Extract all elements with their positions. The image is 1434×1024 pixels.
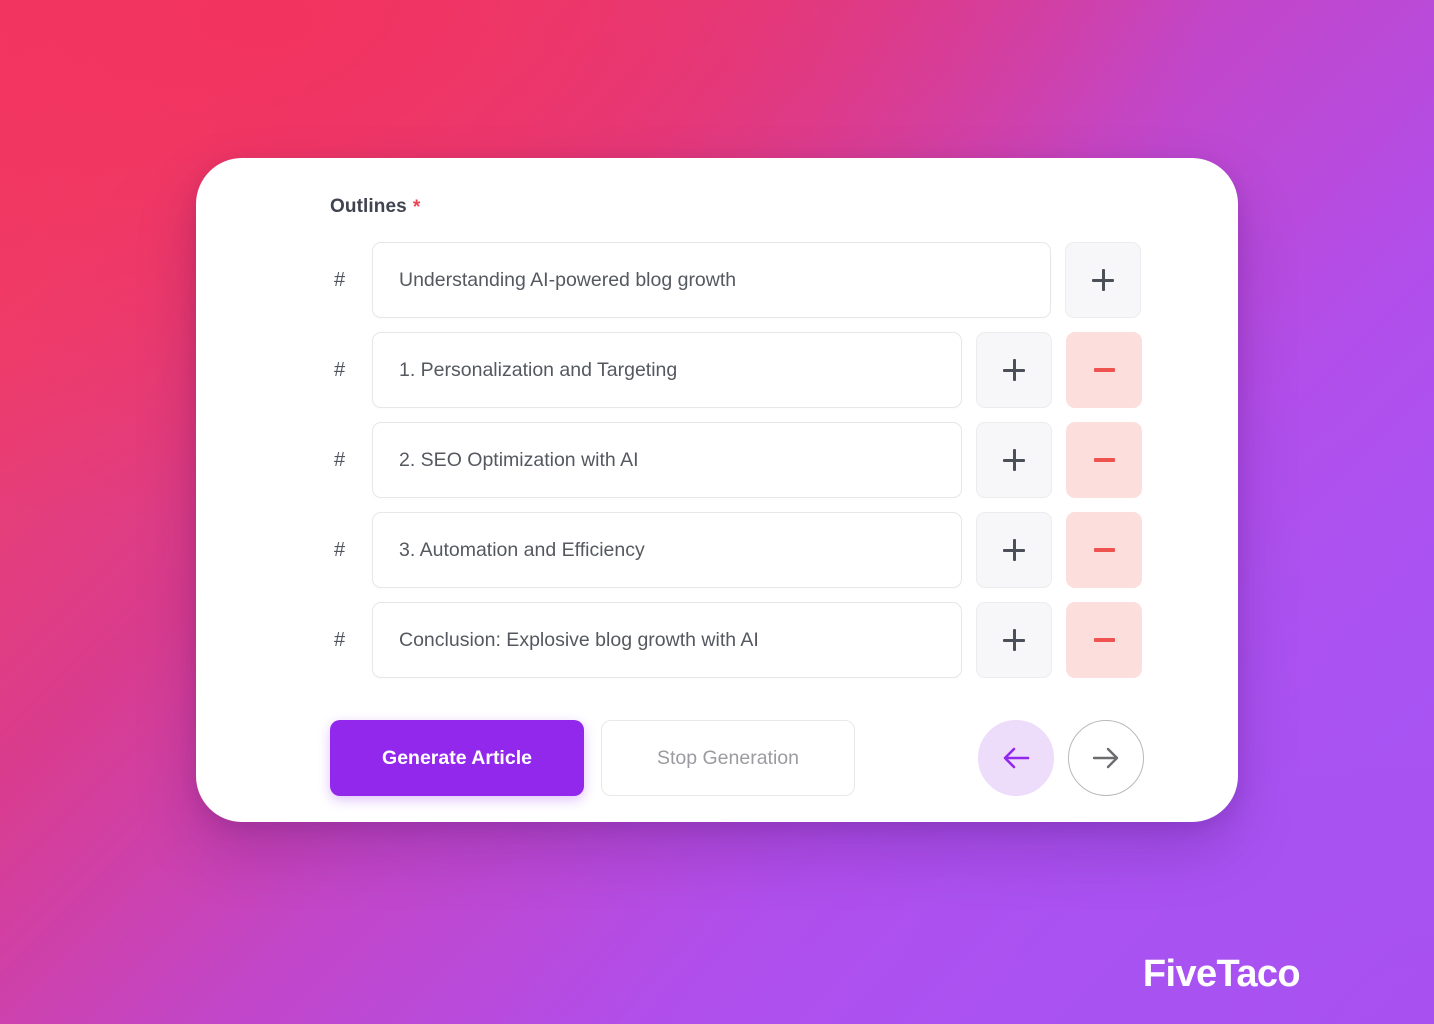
field-label-text: Outlines xyxy=(330,196,407,217)
next-step-button[interactable] xyxy=(1068,720,1144,796)
hash-icon: # xyxy=(334,358,346,381)
outline-editor-card: Outlines * # # # xyxy=(196,158,1238,822)
add-outline-button-0[interactable] xyxy=(1065,242,1141,318)
outline-input-1[interactable] xyxy=(372,332,962,408)
pagination-nav xyxy=(978,720,1148,796)
outline-row: # xyxy=(330,422,1148,498)
minus-icon xyxy=(1093,548,1115,552)
hash-icon: # xyxy=(334,628,346,651)
add-outline-button-3[interactable] xyxy=(976,512,1052,588)
outline-input-4[interactable] xyxy=(372,602,962,678)
minus-icon xyxy=(1093,458,1115,462)
plus-icon xyxy=(1003,629,1025,651)
stop-generation-button[interactable]: Stop Generation xyxy=(601,720,855,796)
plus-icon xyxy=(1003,539,1025,561)
remove-outline-button-2[interactable] xyxy=(1066,422,1142,498)
remove-outline-button-4[interactable] xyxy=(1066,602,1142,678)
hash-icon: # xyxy=(334,268,346,291)
outline-rows-list: # # # xyxy=(330,242,1148,678)
plus-icon xyxy=(1003,359,1025,381)
add-outline-button-2[interactable] xyxy=(976,422,1052,498)
arrow-left-icon xyxy=(1003,747,1030,769)
minus-icon xyxy=(1093,638,1115,642)
arrow-right-icon xyxy=(1092,747,1119,769)
page-title: Outlines * xyxy=(330,196,1148,218)
add-outline-button-4[interactable] xyxy=(976,602,1052,678)
remove-outline-button-1[interactable] xyxy=(1066,332,1142,408)
remove-outline-button-3[interactable] xyxy=(1066,512,1142,588)
outline-input-0[interactable] xyxy=(372,242,1051,318)
card-footer: Generate Article Stop Generation xyxy=(330,720,1148,796)
outline-input-2[interactable] xyxy=(372,422,962,498)
outline-row: # xyxy=(330,512,1148,588)
hash-icon: # xyxy=(334,538,346,561)
plus-icon xyxy=(1092,269,1114,291)
outline-input-3[interactable] xyxy=(372,512,962,588)
add-outline-button-1[interactable] xyxy=(976,332,1052,408)
outline-row: # xyxy=(330,602,1148,678)
hash-icon: # xyxy=(334,448,346,471)
previous-step-button[interactable] xyxy=(978,720,1054,796)
outline-row: # xyxy=(330,332,1148,408)
plus-icon xyxy=(1003,449,1025,471)
generate-article-button[interactable]: Generate Article xyxy=(330,720,584,796)
fivetaco-watermark: FiveTaco xyxy=(1142,953,1301,995)
minus-icon xyxy=(1093,368,1115,372)
required-asterisk-icon: * xyxy=(412,197,421,218)
outline-row: # xyxy=(330,242,1148,318)
